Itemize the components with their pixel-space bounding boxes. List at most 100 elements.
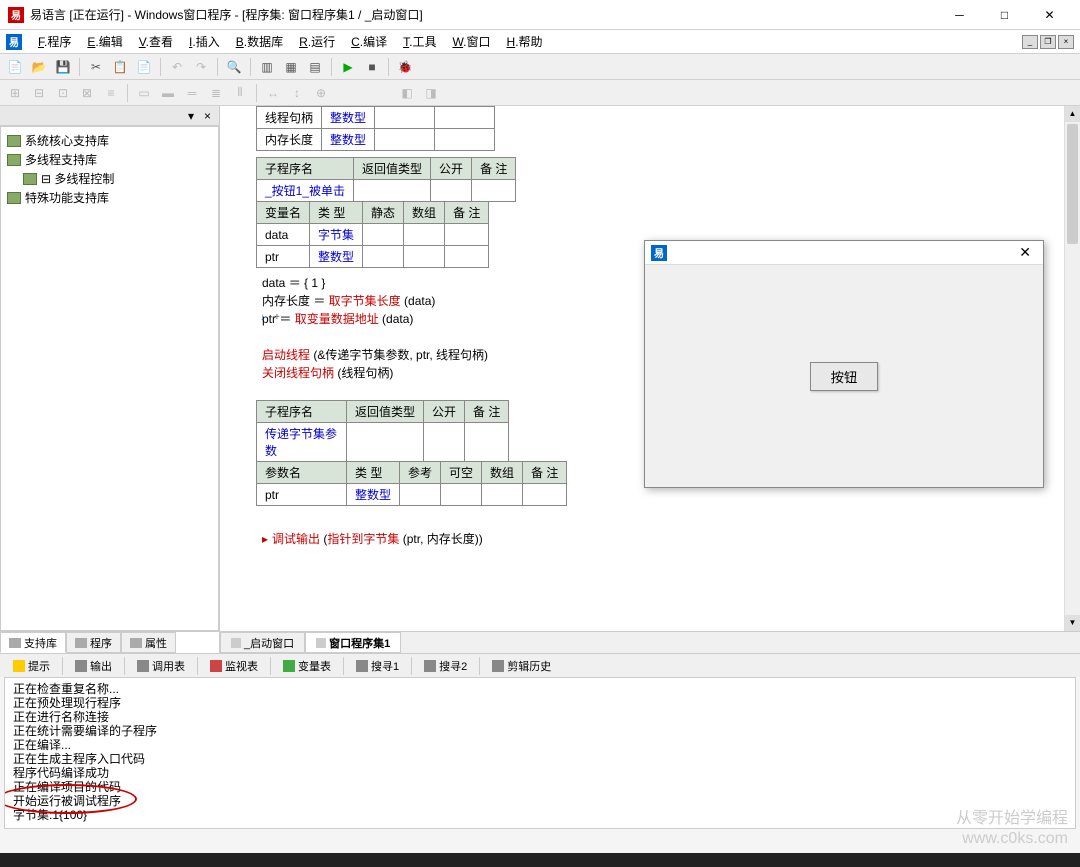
- menu-tools[interactable]: T.工具: [395, 31, 444, 52]
- vertical-scrollbar[interactable]: ▲ ▼: [1064, 106, 1080, 631]
- mdi-minimize[interactable]: _: [1022, 35, 1038, 49]
- btab-watch[interactable]: 监视表: [203, 655, 265, 677]
- breakpoint-arrow-icon[interactable]: ↓: [260, 312, 265, 323]
- window-buttons: ─ □ ✕: [937, 0, 1072, 30]
- var-table-1: 线程句柄整数型 内存长度整数型: [256, 106, 495, 151]
- db-icon-13: ⊕: [310, 82, 332, 104]
- menu-edit[interactable]: E.编辑: [79, 31, 130, 52]
- var-table-2: 变量名类 型静态数组备 注 data字节集 ptr整数型: [256, 201, 489, 268]
- lib-icon: [23, 173, 37, 185]
- menu-view[interactable]: V.查看: [131, 31, 181, 52]
- sidebar-tab-program[interactable]: 程序: [66, 632, 121, 653]
- mdi-buttons: _ ❐ ×: [1022, 35, 1074, 49]
- sub-table-1: 子程序名返回值类型公开备 注 _按钮1_被单击: [256, 157, 516, 202]
- menu-compile[interactable]: C.编译: [343, 31, 395, 52]
- db-icon-9: ≣: [205, 82, 227, 104]
- btab-vars[interactable]: 变量表: [276, 655, 338, 677]
- output-line: 正在生成主程序入口代码: [13, 752, 1067, 766]
- call-icon: [137, 660, 149, 672]
- output-line: 正在进行名称连接: [13, 710, 1067, 724]
- search-icon: [424, 660, 436, 672]
- btab-output[interactable]: 输出: [68, 655, 119, 677]
- layout2-icon[interactable]: ▦: [280, 56, 302, 78]
- running-app-window[interactable]: 易 ✕ 按钮: [644, 240, 1044, 488]
- editor-tab-progset[interactable]: 窗口程序集1: [305, 632, 401, 653]
- library-tree[interactable]: 系统核心支持库 多线程支持库 ⊟ 多线程控制 特殊功能支持库: [0, 126, 219, 631]
- menubar: 易 F.程序 E.编辑 V.查看 I.插入 B.数据库 R.运行 C.编译 T.…: [0, 30, 1080, 54]
- toolbar-main: 📄 📂 💾 ✂ 📋 📄 ↶ ↷ 🔍 ▥ ▦ ▤ ▶ ■ 🐞: [0, 54, 1080, 80]
- btab-clip[interactable]: 剪辑历史: [485, 655, 558, 677]
- menu-database[interactable]: B.数据库: [228, 31, 291, 52]
- close-button[interactable]: ✕: [1027, 0, 1072, 30]
- taskbar: [0, 853, 1080, 867]
- app-button[interactable]: 按钮: [810, 362, 879, 391]
- editor-tab-startwin[interactable]: _启动窗口: [220, 632, 305, 653]
- menu-window[interactable]: W.窗口: [445, 31, 499, 52]
- mdi-close[interactable]: ×: [1058, 35, 1074, 49]
- float-titlebar[interactable]: 易 ✕: [645, 241, 1043, 265]
- sidebar-pin-icon[interactable]: ▾: [188, 109, 194, 123]
- sidebar-tabs: 支持库 程序 属性: [0, 631, 219, 653]
- toolbar-debug: ⊞ ⊟ ⊡ ⊠ ≡ ▭ ▬ ═ ≣ ⫴ ↔ ↕ ⊕ ◧ ◨: [0, 80, 1080, 106]
- output-panel[interactable]: 正在检查重复名称... 正在预处理现行程序 正在进行名称连接 正在统计需要编译的…: [4, 677, 1076, 829]
- lib-icon: [7, 154, 21, 166]
- titlebar: 易 易语言 [正在运行] - Windows窗口程序 - [程序集: 窗口程序集…: [0, 0, 1080, 30]
- stop-icon[interactable]: ■: [361, 56, 383, 78]
- layout3-icon[interactable]: ▤: [304, 56, 326, 78]
- db-icon-5: ≡: [100, 82, 122, 104]
- editor-tabs: _启动窗口 窗口程序集1: [220, 631, 1080, 653]
- clip-icon: [492, 660, 504, 672]
- book-icon: [9, 638, 21, 648]
- output-line: 正在检查重复名称...: [13, 682, 1067, 696]
- mdi-restore[interactable]: ❐: [1040, 35, 1056, 49]
- scroll-up-icon[interactable]: ▲: [1065, 106, 1080, 122]
- menu-insert[interactable]: I.插入: [181, 31, 228, 52]
- tree-item-syscore[interactable]: 系统核心支持库: [5, 131, 214, 150]
- lib-icon: [7, 192, 21, 204]
- output-line: 字节集:1{100}: [13, 808, 1067, 822]
- prog-icon: [75, 638, 87, 648]
- hint-icon: [13, 660, 25, 672]
- menu-run[interactable]: R.运行: [291, 31, 343, 52]
- debug-icon[interactable]: 🐞: [394, 56, 416, 78]
- run-icon[interactable]: ▶: [337, 56, 359, 78]
- copy-icon[interactable]: 📋: [109, 56, 131, 78]
- scroll-thumb[interactable]: [1067, 124, 1078, 244]
- paste-icon[interactable]: 📄: [133, 56, 155, 78]
- expand-icon[interactable]: +: [274, 312, 280, 323]
- undo-icon[interactable]: ↶: [166, 56, 188, 78]
- btab-search2[interactable]: 搜寻2: [417, 655, 474, 677]
- open-icon[interactable]: 📂: [28, 56, 50, 78]
- menu-program[interactable]: F.程序: [30, 31, 79, 52]
- btab-search1[interactable]: 搜寻1: [349, 655, 406, 677]
- scroll-down-icon[interactable]: ▼: [1065, 615, 1080, 631]
- sidebar-tab-support[interactable]: 支持库: [0, 632, 66, 653]
- tree-item-special[interactable]: 特殊功能支持库: [5, 188, 214, 207]
- save-icon[interactable]: 💾: [52, 56, 74, 78]
- db-icon-4: ⊠: [76, 82, 98, 104]
- db-icon-1: ⊞: [4, 82, 26, 104]
- float-app-icon: 易: [651, 245, 667, 261]
- sidebar-close-icon[interactable]: ×: [200, 109, 215, 123]
- db-icon-15: ◨: [420, 82, 442, 104]
- redo-icon[interactable]: ↷: [190, 56, 212, 78]
- layout1-icon[interactable]: ▥: [256, 56, 278, 78]
- minimize-button[interactable]: ─: [937, 0, 982, 30]
- cut-icon[interactable]: ✂: [85, 56, 107, 78]
- float-close-icon[interactable]: ✕: [1013, 244, 1037, 261]
- tree-item-threadctrl[interactable]: ⊟ 多线程控制: [5, 169, 214, 188]
- db-icon-7: ▬: [157, 82, 179, 104]
- window-title: 易语言 [正在运行] - Windows窗口程序 - [程序集: 窗口程序集1 …: [30, 6, 937, 23]
- maximize-button[interactable]: □: [982, 0, 1027, 30]
- db-icon-6: ▭: [133, 82, 155, 104]
- search-icon: [356, 660, 368, 672]
- menu-help[interactable]: H.帮助: [499, 31, 551, 52]
- btab-hint[interactable]: 提示: [6, 655, 57, 677]
- tree-item-multithread[interactable]: 多线程支持库: [5, 150, 214, 169]
- find-icon[interactable]: 🔍: [223, 56, 245, 78]
- btab-callstack[interactable]: 调用表: [130, 655, 192, 677]
- sidebar-tab-props[interactable]: 属性: [121, 632, 176, 653]
- new-icon[interactable]: 📄: [4, 56, 26, 78]
- code-line[interactable]: ▸调试输出 (指针到字节集 (ptr, 内存长度)): [256, 530, 1080, 548]
- output-line: 正在统计需要编译的子程序: [13, 724, 1067, 738]
